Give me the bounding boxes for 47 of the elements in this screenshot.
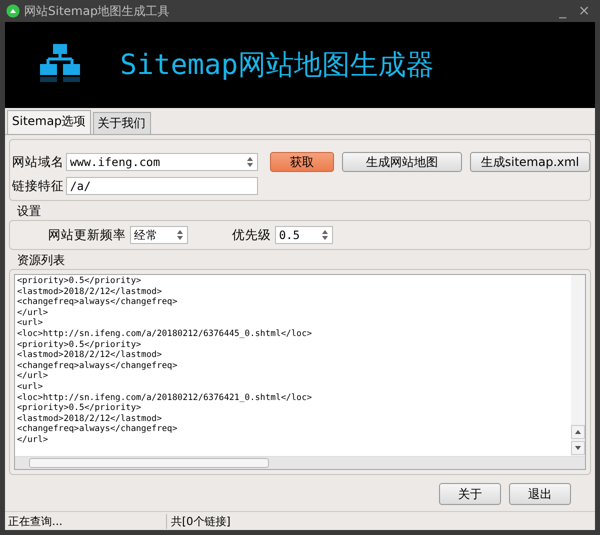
action-button[interactable]: 生成sitemap.xml (470, 152, 590, 172)
list-line: <changefreq>always</changefreq> (17, 424, 178, 435)
list-line: <loc>http://sn.ifeng.com/a/20180212/6376445_0.shtml</loc> (17, 328, 313, 340)
field-label: 链接特征 (12, 178, 64, 194)
pattern-field[interactable]: /a/ (66, 177, 258, 195)
tab[interactable]: Sitemap选项 (7, 110, 91, 134)
horizontal-scrollbar[interactable] (15, 456, 585, 469)
dialog-button[interactable]: 关于 (439, 483, 501, 505)
scroll-up-icon[interactable] (571, 425, 585, 439)
banner-title: Sitemap网站地图生成器 (120, 47, 434, 83)
action-button[interactable]: 生成网站地图 (342, 152, 462, 172)
vertical-scrollbar[interactable] (571, 275, 585, 456)
list-line: <lastmod>2018/2/12</lastmod> (17, 286, 163, 297)
minimize-button[interactable]: _ (555, 3, 570, 19)
list-line: <url> (17, 318, 44, 329)
action-button[interactable]: 获取 (270, 152, 334, 172)
list-line: <priority>0.5</priority> (17, 340, 142, 350)
field-label: 优先级 (232, 226, 271, 244)
list-line: </url> (17, 371, 50, 382)
spinner-icon (176, 229, 184, 241)
list-line: <lastmod>2018/2/12</lastmod> (17, 414, 163, 424)
scroll-down-icon[interactable] (571, 441, 585, 455)
list-line: <changefreq>always</changefreq> (17, 360, 178, 371)
status-text: 共[0个链接] (170, 514, 231, 528)
list-line: <priority>0.5</priority> (17, 403, 142, 414)
list-line: <changefreq>always</changefreq> (17, 297, 178, 308)
app-icon (6, 4, 20, 18)
spinner-icon (246, 156, 254, 168)
dialog-button[interactable]: 退出 (509, 483, 571, 505)
group-title: 资源列表 (16, 252, 66, 269)
group-title: 设置 (16, 203, 42, 220)
close-button[interactable]: × (574, 3, 594, 19)
list-line: </url> (17, 434, 50, 446)
list-line: <priority>0.5</priority> (17, 276, 142, 287)
list-line: <url> (17, 382, 44, 393)
domain-field[interactable]: www.ifeng.com (66, 153, 258, 171)
list-line: <loc>http://sn.ifeng.com/a/20180212/6376421_0.shtml</loc> (17, 392, 313, 404)
field-label: 网站更新频率 (48, 226, 126, 244)
spinner-icon (321, 229, 329, 241)
list-line: <lastmod>2018/2/12</lastmod> (17, 350, 163, 361)
status-text: 正在查询... (5, 514, 167, 528)
window-title: 网站Sitemap地图生成工具 (24, 2, 170, 20)
list-line: </url> (17, 308, 50, 318)
field-label: 网站域名 (12, 154, 64, 170)
priority-field[interactable]: 0.5 (275, 226, 333, 244)
frequency-field[interactable]: 经常 (130, 226, 188, 244)
tab[interactable]: 关于我们 (92, 112, 151, 134)
